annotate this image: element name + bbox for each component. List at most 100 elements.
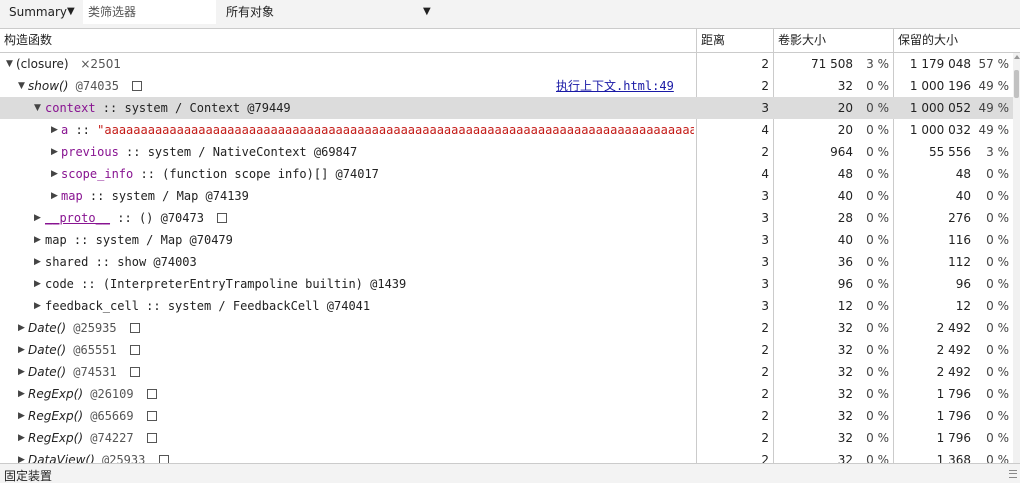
table-row[interactable]: ▶ Date() @65551 2 32 0 % 2 492 0 % [0,339,1013,361]
table-row[interactable]: ▼ (closure) ×2501 2 71 508 3 % 1 179 048… [0,53,1013,75]
shallow-size-cell: 20 [837,101,853,115]
table-row[interactable]: ▶ Date() @25935 2 32 0 % 2 492 0 % [0,317,1013,339]
property-name: __proto__ [45,211,111,225]
retainers-panel-header[interactable]: 固定装置 [0,463,1020,483]
table-row[interactable]: ▶ RegExp() @65669 2 32 0 % 1 796 0 % [0,405,1013,427]
retained-size-cell: 2 492 [936,365,971,379]
object-id: @65551 [73,343,117,357]
triangle-right-icon[interactable]: ▶ [18,405,28,427]
property-name: code [45,277,74,291]
table-row[interactable]: ▶ DataView() @25933 2 32 0 % 1 368 0 % [0,449,1013,463]
column-constructor[interactable]: 构造函数 [0,29,696,52]
property-type: system / Map @74139 [111,189,249,203]
retained-percent-cell: 49 % [978,101,1010,115]
retained-percent-cell: 0 % [986,299,1009,313]
triangle-right-icon[interactable]: ▶ [18,361,28,383]
retained-percent-cell: 49 % [978,123,1010,137]
shallow-size-cell: 32 [837,387,853,401]
distance-cell: 2 [761,431,769,445]
table-row[interactable]: ▶ map :: system / Map @74139 3 40 0 % 40… [0,185,1013,207]
triangle-down-icon[interactable]: ▼ [34,97,44,119]
triangle-right-icon[interactable]: ▶ [51,119,61,141]
object-box-icon[interactable] [146,433,157,443]
triangle-right-icon[interactable]: ▶ [51,185,61,207]
triangle-right-icon[interactable]: ▶ [51,163,61,185]
retained-size-cell: 112 [948,255,971,269]
triangle-right-icon[interactable]: ▶ [18,427,28,449]
table-row[interactable]: ▶ __proto__ :: () @70473 3 28 0 % 276 0 … [0,207,1013,229]
triangle-right-icon[interactable]: ▶ [18,383,28,405]
row-label-group: RegExp() @65669 [28,405,157,427]
triangle-right-icon[interactable]: ▶ [18,339,28,361]
object-box-icon[interactable] [129,367,140,377]
table-row[interactable]: ▶ RegExp() @74227 2 32 0 % 1 796 0 % [0,427,1013,449]
class-filter-input[interactable] [83,0,216,24]
triangle-right-icon[interactable]: ▶ [34,207,44,229]
triangle-right-icon[interactable]: ▶ [51,141,61,163]
column-retained-size[interactable]: 保留的大小 [893,29,1013,52]
triangle-right-icon[interactable]: ▶ [18,449,28,463]
triangle-down-icon[interactable]: ▼ [6,53,16,75]
object-id: @74531 [73,365,117,379]
property-type: system / Map @70479 [95,233,233,247]
object-box-icon[interactable] [129,323,140,333]
shallow-percent-cell: 0 % [866,343,889,357]
retained-size-cell: 1 796 [936,409,971,423]
vertical-scrollbar[interactable] [1013,53,1020,463]
table-row[interactable]: ▶ map :: system / Map @70479 3 40 0 % 11… [0,229,1013,251]
table-row[interactable]: ▶ previous :: system / NativeContext @69… [0,141,1013,163]
object-box-icon[interactable] [217,213,228,223]
row-name-cell: ▶ code :: (InterpreterEntryTrampoline bu… [0,273,694,295]
triangle-right-icon[interactable]: ▶ [34,273,44,295]
retained-percent-cell: 0 % [986,189,1009,203]
view-select[interactable]: Summary ▼ [0,0,82,24]
object-box-icon[interactable] [146,411,157,421]
property-name: map [45,233,67,247]
row-label-group: shared :: show @74003 [45,251,197,273]
triangle-right-icon[interactable]: ▶ [34,251,44,273]
shallow-size-cell: 964 [830,145,853,159]
column-distance[interactable]: 距离 [696,29,773,52]
row-name-cell: ▼ show() @74035 执行上下文.html:49 [0,75,694,97]
row-name-cell: ▶ a :: "aaaaaaaaaaaaaaaaaaaaaaaaaaaaaaaa… [0,119,694,141]
shallow-percent-cell: 0 % [866,233,889,247]
row-label-group: map :: system / Map @70479 [45,229,233,251]
property-name: previous [61,145,119,159]
column-shallow-size[interactable]: 卷影大小 [773,29,893,52]
row-name-cell: ▶ feedback_cell :: system / FeedbackCell… [0,295,694,317]
distance-cell: 3 [761,233,769,247]
table-row[interactable]: ▶ code :: (InterpreterEntryTrampoline bu… [0,273,1013,295]
source-link[interactable]: 执行上下文.html:49 [556,75,674,97]
table-row-selected[interactable]: ▼ context :: system / Context @79449 3 2… [0,97,1013,119]
constructor-name: Date() [28,321,67,335]
table-row[interactable]: ▶ a :: "aaaaaaaaaaaaaaaaaaaaaaaaaaaaaaaa… [0,119,1013,141]
resize-grip-icon[interactable] [1009,470,1017,478]
table-row[interactable]: ▶ Date() @74531 2 32 0 % 2 492 0 % [0,361,1013,383]
object-box-icon[interactable] [129,345,140,355]
shallow-percent-cell: 0 % [866,277,889,291]
table-row[interactable]: ▶ feedback_cell :: system / FeedbackCell… [0,295,1013,317]
constructor-name: DataView() [28,453,95,463]
table-row[interactable]: ▶ RegExp() @26109 2 32 0 % 1 796 0 % [0,383,1013,405]
constructor-name: RegExp() [28,387,84,401]
shallow-percent-cell: 0 % [866,431,889,445]
table-row[interactable]: ▼ show() @74035 执行上下文.html:49 2 32 0 % 1… [0,75,1013,97]
triangle-right-icon[interactable]: ▶ [34,295,44,317]
scrollbar-thumb[interactable] [1014,70,1019,98]
retained-percent-cell: 0 % [986,321,1009,335]
object-box-icon[interactable] [132,81,143,91]
object-filter-select[interactable]: 所有对象 ▼ [221,0,436,24]
triangle-right-icon[interactable]: ▶ [34,229,44,251]
object-box-icon[interactable] [146,389,157,399]
distance-cell: 2 [761,343,769,357]
triangle-down-icon[interactable]: ▼ [18,75,28,97]
shallow-percent-cell: 0 % [866,255,889,269]
shallow-percent-cell: 3 % [866,57,889,71]
table-row[interactable]: ▶ shared :: show @74003 3 36 0 % 112 0 % [0,251,1013,273]
triangle-right-icon[interactable]: ▶ [18,317,28,339]
scroll-up-icon[interactable] [1014,55,1020,59]
table-row[interactable]: ▶ scope_info :: (function scope info)[] … [0,163,1013,185]
shallow-percent-cell: 0 % [866,321,889,335]
object-box-icon[interactable] [158,455,169,463]
constructor-name: Date() [28,365,67,379]
